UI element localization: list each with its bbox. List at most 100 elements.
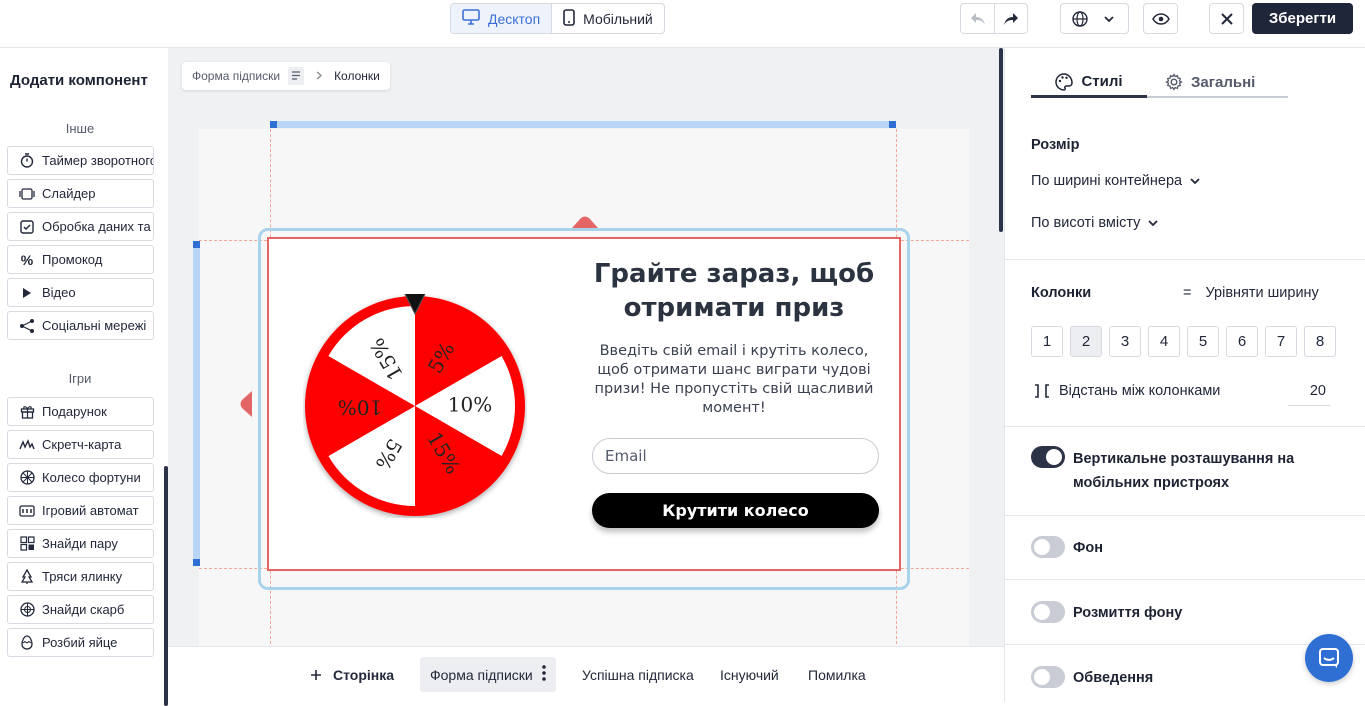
tab-general[interactable]: Загальні: [1165, 68, 1255, 96]
component-label: Розбий яйце: [42, 635, 118, 650]
tab-page-existing[interactable]: Існуючий: [720, 657, 779, 692]
column-count-1[interactable]: 1: [1031, 326, 1063, 357]
timer-icon: [19, 153, 35, 169]
form-icon: [288, 67, 305, 85]
page-tab-label: Існуючий: [720, 666, 779, 683]
popup-title: Грайте зараз, щоб отримати приз: [593, 259, 875, 323]
right-scrollbar[interactable]: [999, 48, 1003, 232]
properties-panel: Стилі Загальні Розмір По ширині контейне…: [999, 48, 1365, 702]
history-controls: [960, 3, 1028, 34]
border-label: Обведення: [1073, 670, 1154, 686]
component-label: Таймер зворотного відліку: [42, 153, 154, 168]
desktop-view-button[interactable]: Десктоп: [451, 4, 553, 33]
component-social[interactable]: Соціальні мережі: [7, 311, 154, 340]
column-gap-row: Відстань між колонками: [1033, 383, 1220, 399]
preview-group: [1143, 3, 1178, 34]
component-label: Промокод: [42, 252, 103, 267]
component-pairs[interactable]: Знайди пару: [7, 529, 154, 558]
background-blur-toggle[interactable]: [1031, 601, 1065, 623]
component-tree[interactable]: Тряси ялинку: [7, 562, 154, 591]
page-tab-label: Помилка: [808, 666, 866, 683]
component-video[interactable]: Відео: [7, 278, 154, 307]
column-count-5[interactable]: 5: [1187, 326, 1219, 357]
component-label: Соціальні мережі: [42, 318, 147, 333]
undo-button[interactable]: [961, 4, 994, 33]
tab-page-subscription-form[interactable]: Форма підписки: [420, 657, 556, 692]
component-scratch[interactable]: Скретч-карта: [7, 430, 154, 459]
component-gift[interactable]: Подарунок: [7, 397, 154, 426]
divider: [1005, 426, 1365, 427]
component-label: Обробка даних та: [42, 219, 151, 234]
resize-handle[interactable]: [193, 559, 200, 566]
resize-handle[interactable]: [193, 241, 200, 248]
tab-page-error[interactable]: Помилка: [808, 657, 866, 692]
component-timer[interactable]: Таймер зворотного відліку: [7, 146, 154, 175]
language-select[interactable]: [1060, 3, 1129, 34]
resize-handle[interactable]: [889, 121, 896, 128]
add-page-button[interactable]: Сторінка: [311, 657, 394, 692]
email-field[interactable]: Email: [592, 438, 879, 474]
column-count-3[interactable]: 3: [1109, 326, 1141, 357]
section-games-label: Ігри: [68, 371, 92, 386]
component-wheel[interactable]: Колесо фортуни: [7, 463, 154, 492]
border-toggle[interactable]: [1031, 666, 1065, 688]
component-label: Знайди скарб: [42, 602, 125, 617]
more-vertical-icon[interactable]: [541, 665, 546, 684]
equals-icon: =: [1183, 285, 1192, 301]
pairs-icon: [19, 536, 35, 552]
component-slider[interactable]: Слайдер: [7, 179, 154, 208]
column-count-4[interactable]: 4: [1148, 326, 1180, 357]
column-gap-input[interactable]: 20: [1288, 380, 1330, 406]
equalize-width-label: Урівняти ширину: [1205, 285, 1319, 301]
globe-icon: [1072, 10, 1088, 27]
slider-icon: [19, 186, 35, 202]
background-toggle[interactable]: [1031, 536, 1065, 558]
component-slot[interactable]: Ігровий автомат: [7, 496, 154, 525]
preview-button[interactable]: [1144, 4, 1177, 33]
component-data-processing[interactable]: Обробка даних та: [7, 212, 154, 241]
resize-handle[interactable]: [270, 121, 277, 128]
egg-icon: [19, 635, 35, 651]
component-egg[interactable]: Розбий яйце: [7, 628, 154, 657]
width-mode-dropdown[interactable]: По ширині контейнера: [1031, 173, 1200, 189]
component-treasure[interactable]: Знайди скарб: [7, 595, 154, 624]
column-count-8[interactable]: 8: [1304, 326, 1336, 357]
component-label: Тряси ялинку: [42, 569, 123, 584]
breadcrumb-parent[interactable]: Форма підписки: [192, 69, 280, 83]
redo-button[interactable]: [994, 4, 1027, 33]
close-button[interactable]: [1210, 4, 1243, 33]
tab-page-success[interactable]: Успішна підписка: [582, 657, 694, 692]
move-left-handle-icon[interactable]: [238, 390, 253, 418]
fortune-wheel[interactable]: 5%10%15%5%10%15%: [303, 294, 527, 518]
divider: [1005, 579, 1365, 580]
column-count-7[interactable]: 7: [1265, 326, 1297, 357]
mobile-view-button[interactable]: Мобільний: [552, 4, 664, 33]
component-label: Знайди пару: [42, 536, 118, 551]
column-count-2[interactable]: 2: [1070, 326, 1102, 357]
tab-styles[interactable]: Стилі: [1031, 68, 1147, 98]
wheel-segment-label: 10%: [448, 393, 492, 417]
equalize-width-button[interactable]: = Урівняти ширину: [1183, 285, 1319, 301]
mobile-icon: [563, 8, 575, 29]
tree-icon: [19, 568, 35, 585]
checkbox-icon: [19, 219, 35, 235]
scratch-icon: [19, 437, 35, 453]
height-mode-dropdown[interactable]: По висоті вмісту: [1031, 215, 1159, 231]
save-button[interactable]: Зберегти: [1252, 3, 1353, 34]
selection-bar-left[interactable]: [193, 241, 200, 566]
eye-icon: [1151, 12, 1170, 25]
selection-bar-top[interactable]: [270, 121, 896, 128]
move-up-handle-icon[interactable]: [571, 215, 599, 229]
spin-wheel-button[interactable]: Крутити колесо: [592, 493, 879, 528]
column-count-6[interactable]: 6: [1226, 326, 1258, 357]
component-promocode[interactable]: % Промокод: [7, 245, 154, 274]
properties-tabs: Стилі Загальні: [1031, 68, 1288, 98]
vertical-mobile-toggle[interactable]: [1031, 446, 1065, 468]
component-label: Скретч-карта: [42, 437, 122, 452]
size-heading: Розмір: [1031, 137, 1080, 153]
view-toggle: Десктоп Мобільний: [450, 3, 665, 34]
chevron-right-icon: [316, 69, 323, 83]
support-chat-button[interactable]: [1305, 634, 1353, 682]
treasure-icon: [19, 602, 35, 618]
play-icon: [19, 285, 35, 301]
